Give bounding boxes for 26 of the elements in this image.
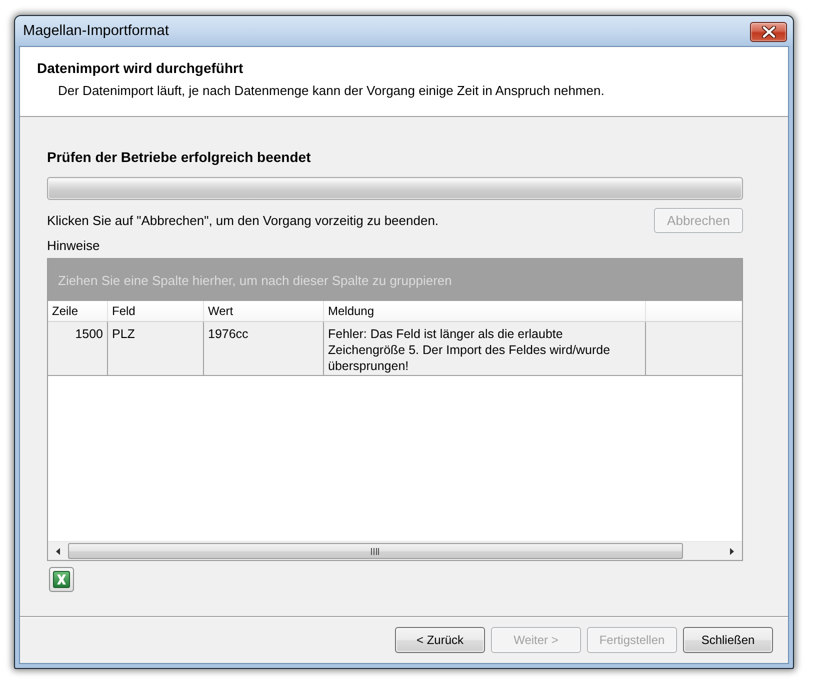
right-triangle-icon: [730, 548, 734, 554]
table-cell: 1500: [48, 322, 108, 375]
table-cell: Fehler: Das Feld ist länger als die erlaubte Zeichengröße 5. Der Import des Feldes wird/wurde übersprungen!: [324, 322, 646, 375]
column-header[interactable]: Meldung: [324, 301, 646, 321]
close-button[interactable]: [750, 22, 787, 42]
grip-icon: [371, 548, 380, 554]
wizard-button[interactable]: Schließen: [683, 627, 773, 653]
scrollbar-thumb[interactable]: [68, 543, 683, 559]
wizard-button[interactable]: < Zurück: [395, 627, 485, 653]
header-subtitle: Der Datenimport läuft, je nach Datenmenge kann der Vorgang einige Zeit in Anspruch nehmen.: [58, 83, 606, 98]
spreadsheet-icon: [53, 571, 70, 588]
table-row[interactable]: 1500 PLZ 1976cc Fehler: Das Feld ist länger als die erlaubte Zeichengröße 5. Der Import des Feldes wird/wurde übersprungen!: [48, 322, 742, 376]
status-text: Prüfen der Betriebe erfolgreich beendet: [47, 149, 312, 165]
cancel-hint: Klicken Sie auf "Abbrechen", um den Vorgang vorzeitig zu beenden.: [47, 213, 439, 228]
notes-label: Hinweise: [47, 239, 101, 253]
header-title: Datenimport wird durchgeführt: [37, 60, 244, 76]
left-triangle-icon: [56, 548, 60, 554]
column-header[interactable]: Zeile: [48, 301, 108, 321]
column-header[interactable]: Wert: [204, 301, 324, 321]
table-cell: 1976cc: [204, 322, 324, 375]
table-cell: PLZ: [108, 322, 204, 375]
export-button[interactable]: [49, 567, 74, 592]
column-header[interactable]: Feld: [108, 301, 204, 321]
group-by-panel: Ziehen Sie eine Spalte hierher, um nach dieser Spalte zu gruppieren: [48, 259, 742, 301]
close-icon: [760, 26, 776, 38]
window-title: Magellan-Importformat: [23, 23, 169, 39]
